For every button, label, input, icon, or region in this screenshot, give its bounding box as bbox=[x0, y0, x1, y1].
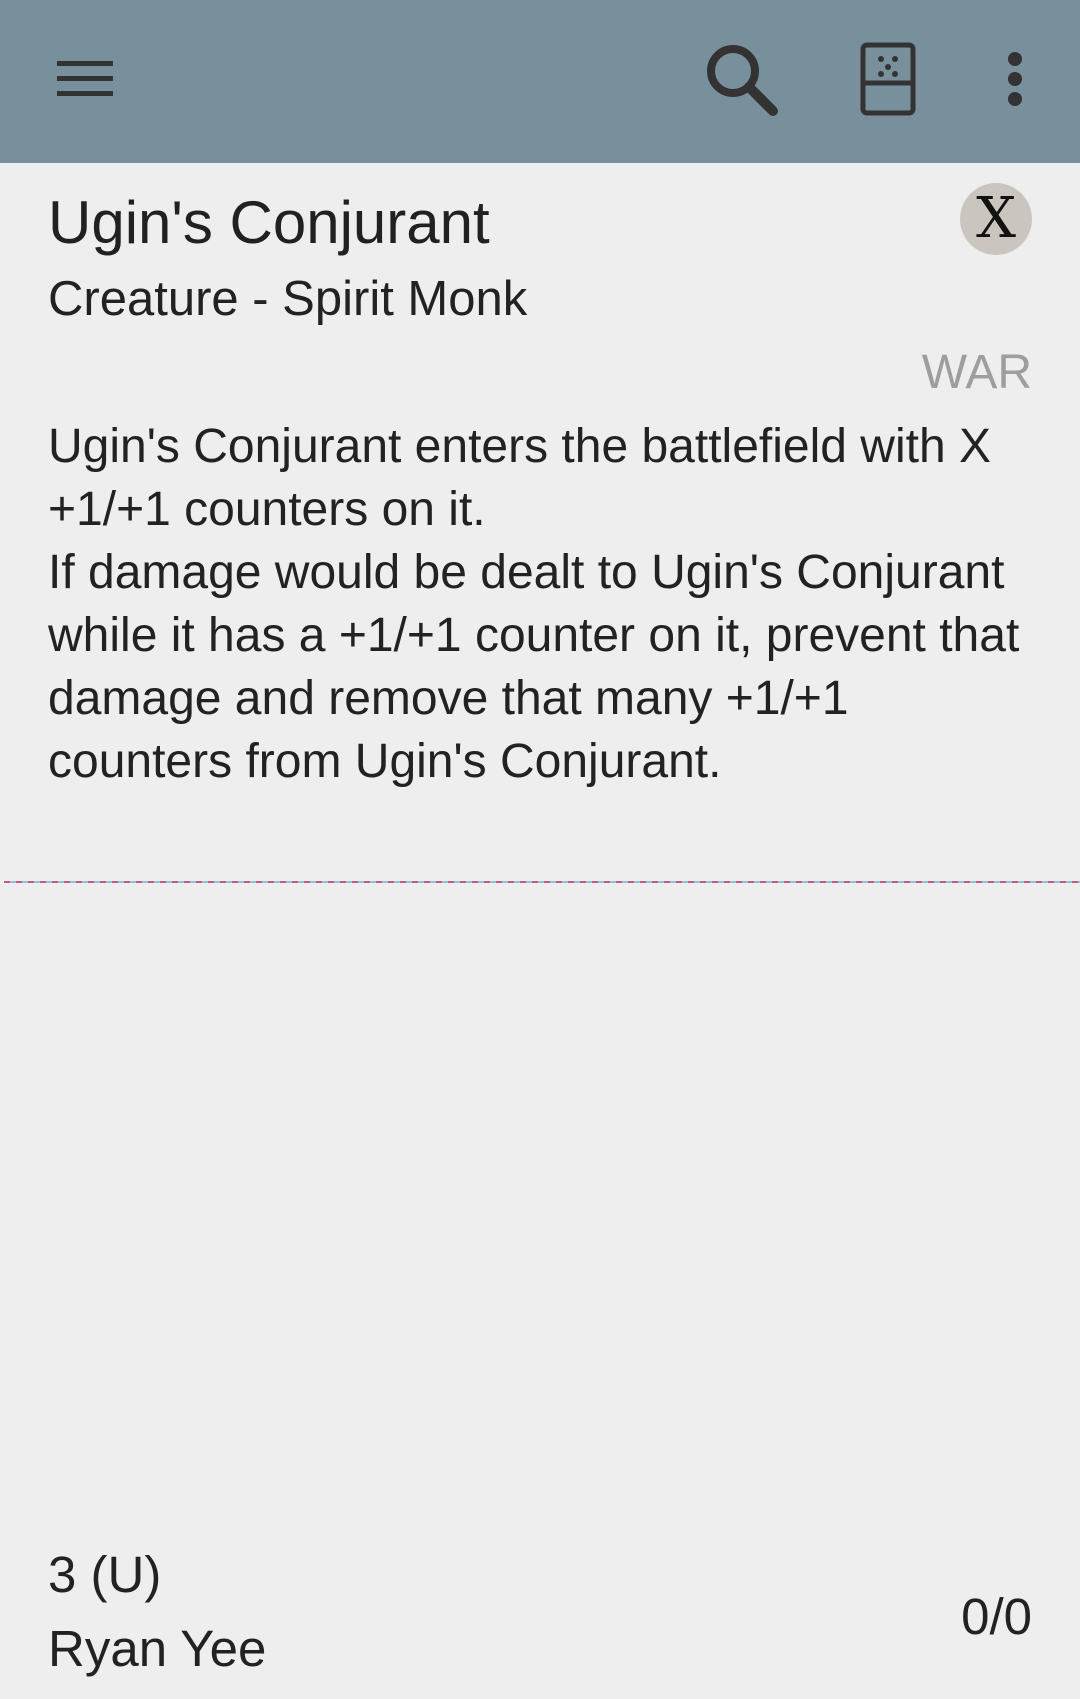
card-detail: Ugin's Conjurant X Creature - Spirit Mon… bbox=[0, 163, 1080, 1699]
card-icon bbox=[860, 42, 916, 121]
cmc-rarity: 3 (U) bbox=[48, 1546, 162, 1603]
card-rules-text: Ugin's Conjurant enters the battlefield … bbox=[48, 420, 1020, 788]
card-name: Ugin's Conjurant bbox=[48, 189, 490, 256]
search-button[interactable] bbox=[694, 34, 788, 128]
menu-button[interactable] bbox=[40, 36, 130, 126]
card-type-line: Creature - Spirit Monk bbox=[48, 272, 528, 326]
power-toughness: 0/0 bbox=[961, 1588, 1032, 1645]
mana-symbol-x-icon: X bbox=[960, 183, 1032, 255]
set-code: WAR bbox=[921, 346, 1032, 399]
divider bbox=[4, 881, 1080, 883]
search-icon bbox=[703, 41, 779, 122]
card-view-button[interactable] bbox=[846, 34, 930, 128]
hamburger-menu-icon bbox=[55, 57, 115, 106]
app-bar bbox=[0, 0, 1080, 163]
more-options-button[interactable] bbox=[980, 36, 1050, 126]
artist-name: Ryan Yee bbox=[48, 1620, 267, 1677]
more-vert-icon bbox=[1005, 51, 1025, 112]
